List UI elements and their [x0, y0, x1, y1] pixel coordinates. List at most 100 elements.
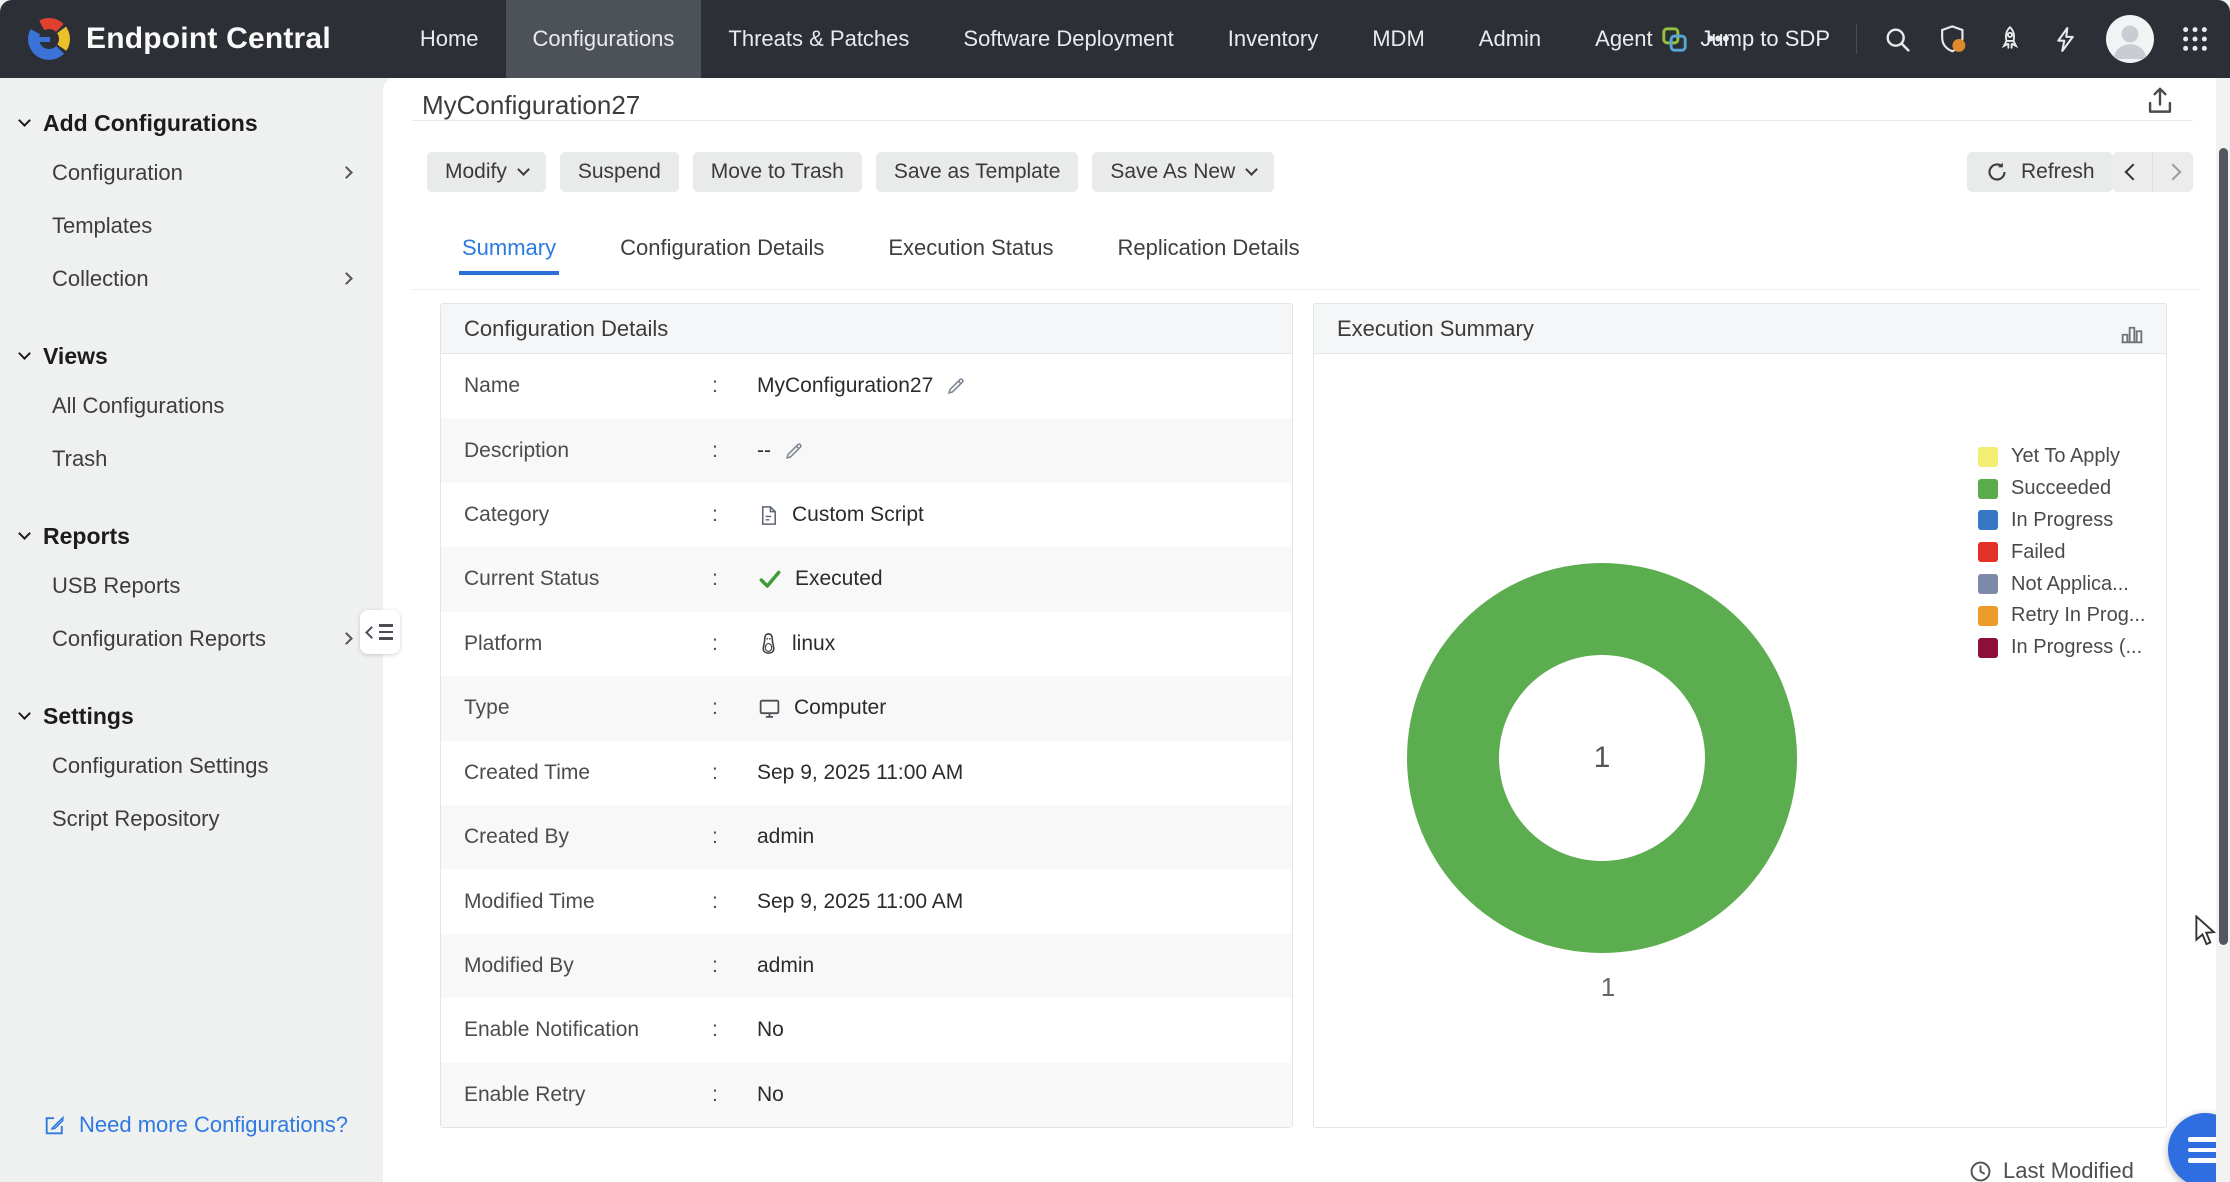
configuration-details-panel: Configuration Details Name : MyConfigura… — [440, 303, 1293, 1128]
chevron-right-icon — [340, 166, 353, 179]
nav-item-home[interactable]: Home — [393, 0, 506, 78]
page-title: MyConfiguration27 — [422, 90, 640, 121]
endpoint-central-window: Endpoint Central Home Configurations Thr… — [0, 0, 2230, 1182]
detail-row-modified-by: Modified By : admin — [441, 934, 1292, 998]
detail-row-enable-retry: Enable Retry : No — [441, 1063, 1292, 1127]
chevron-down-icon — [517, 163, 530, 176]
legend-swatch — [1978, 479, 1998, 499]
whats-new-rocket-icon[interactable] — [1995, 24, 2025, 54]
need-more-configurations-link[interactable]: Need more Configurations? — [42, 1112, 348, 1138]
sidebar-section-views: Views All Configurations Trash — [0, 333, 383, 485]
save-as-new-button[interactable]: Save As New — [1092, 152, 1274, 192]
chart-legend: Yet To Apply Succeeded In Progress Faile… — [1978, 441, 2146, 664]
donut-center-total: 1 — [1594, 741, 1611, 775]
detail-row-platform: Platform : linux — [441, 612, 1292, 676]
computer-monitor-icon — [757, 696, 782, 721]
chevron-right-icon — [340, 272, 353, 285]
detail-row-description: Description : -- — [441, 418, 1292, 482]
top-navbar: Endpoint Central Home Configurations Thr… — [0, 0, 2230, 78]
detail-row-created-by: Created By : admin — [441, 805, 1292, 869]
sidebar-collapse-button[interactable] — [360, 610, 400, 654]
main-nav-menu: Home Configurations Threats & Patches So… — [393, 0, 1757, 78]
sidebar-item-collection[interactable]: Collection — [0, 252, 383, 305]
sidebar-item-usb-reports[interactable]: USB Reports — [0, 559, 383, 612]
export-icon[interactable] — [2143, 84, 2177, 123]
detail-row-modified-time: Modified Time : Sep 9, 2025 11:00 AM — [441, 869, 1292, 933]
legend-item-failed: Failed — [1978, 536, 2146, 568]
brand[interactable]: Endpoint Central — [0, 18, 331, 60]
user-avatar[interactable] — [2106, 15, 2154, 63]
last-modified-sort[interactable]: Last Modified — [1968, 1158, 2134, 1182]
nav-item-inventory[interactable]: Inventory — [1201, 0, 1346, 78]
sdp-icon — [1661, 26, 1688, 53]
save-as-template-button[interactable]: Save as Template — [876, 152, 1079, 192]
legend-item-in-progress: In Progress — [1978, 505, 2146, 537]
legend-swatch — [1978, 574, 1998, 594]
chevron-down-icon — [18, 347, 31, 360]
sidebar-section-header-settings[interactable]: Settings — [0, 693, 383, 739]
sidebar-item-trash[interactable]: Trash — [0, 432, 383, 485]
left-sidebar: Add Configurations Configuration Templat… — [0, 78, 383, 1182]
tab-summary[interactable]: Summary — [459, 225, 559, 275]
detail-row-category: Category : Custom Script — [441, 483, 1292, 547]
tab-execution-status[interactable]: Execution Status — [885, 225, 1056, 275]
tab-replication-details[interactable]: Replication Details — [1114, 225, 1302, 275]
modify-button[interactable]: Modify — [427, 152, 546, 192]
sidebar-item-configuration[interactable]: Configuration — [0, 146, 383, 199]
sidebar-section-header-add-configurations[interactable]: Add Configurations — [0, 100, 383, 146]
sidebar-item-configuration-reports[interactable]: Configuration Reports — [0, 612, 383, 665]
next-record-button[interactable] — [2153, 152, 2193, 192]
edit-name-icon[interactable] — [945, 375, 967, 397]
execution-summary-panel: Execution Summary 1 1 Yet T — [1313, 303, 2167, 1128]
nav-item-configurations[interactable]: Configurations — [506, 0, 702, 78]
donut-slice-value-label: 1 — [1582, 972, 1634, 1003]
sidebar-item-script-repository[interactable]: Script Repository — [0, 792, 383, 845]
legend-swatch — [1978, 606, 1998, 626]
edit-description-icon[interactable] — [783, 440, 805, 462]
action-toolbar: Modify Suspend Move to Trash Save as Tem… — [427, 152, 1274, 192]
donut-chart-succeeded-slice[interactable]: 1 — [1407, 563, 1797, 953]
detail-tabs: Summary Configuration Details Execution … — [459, 225, 1303, 275]
nav-item-mdm[interactable]: MDM — [1345, 0, 1452, 78]
search-icon[interactable] — [1883, 25, 1912, 54]
person-icon — [2106, 15, 2154, 63]
sidebar-section-header-views[interactable]: Views — [0, 333, 383, 379]
apps-grid-icon[interactable] — [2180, 24, 2210, 54]
nav-item-software-deployment[interactable]: Software Deployment — [936, 0, 1200, 78]
app-title: Endpoint Central — [86, 22, 331, 56]
sidebar-section-add-configurations: Add Configurations Configuration Templat… — [0, 100, 383, 305]
refresh-button[interactable]: Refresh — [1967, 152, 2113, 192]
detail-row-current-status: Current Status : Executed — [441, 547, 1292, 611]
move-to-trash-button[interactable]: Move to Trash — [693, 152, 862, 192]
jump-to-sdp-button[interactable]: Jump to SDP — [1661, 26, 1830, 53]
legend-swatch — [1978, 638, 1998, 658]
quick-actions-bolt-icon[interactable] — [2051, 25, 2080, 54]
chevron-down-icon — [18, 707, 31, 720]
success-check-icon — [757, 566, 783, 592]
page-scrollbar-thumb[interactable] — [2219, 148, 2228, 945]
chevron-down-icon — [18, 527, 31, 540]
detail-row-enable-notification: Enable Notification : No — [441, 998, 1292, 1062]
legend-item-succeeded: Succeeded — [1978, 473, 2146, 505]
nav-item-threats-patches[interactable]: Threats & Patches — [701, 0, 936, 78]
sidebar-section-header-reports[interactable]: Reports — [0, 513, 383, 559]
refresh-icon — [1985, 160, 2009, 184]
tab-configuration-details[interactable]: Configuration Details — [617, 225, 827, 275]
previous-record-button[interactable] — [2113, 152, 2153, 192]
endpoint-central-logo-icon — [28, 18, 70, 60]
sidebar-item-configuration-settings[interactable]: Configuration Settings — [0, 739, 383, 792]
nav-divider — [1856, 24, 1857, 54]
clock-icon — [1968, 1159, 1993, 1182]
sidebar-item-all-configurations[interactable]: All Configurations — [0, 379, 383, 432]
sidebar-item-templates[interactable]: Templates — [0, 199, 383, 252]
sidebar-section-settings: Settings Configuration Settings Script R… — [0, 693, 383, 845]
nav-item-admin[interactable]: Admin — [1452, 0, 1568, 78]
suspend-button[interactable]: Suspend — [560, 152, 679, 192]
legend-swatch — [1978, 510, 1998, 530]
script-document-icon — [757, 504, 780, 527]
main-content: MyConfiguration27 Modify Suspend Move to… — [383, 78, 2230, 1182]
security-shield-icon[interactable] — [1938, 24, 1969, 55]
menu-lines-icon — [379, 624, 393, 640]
legend-item-in-progress-remarks: In Progress (... — [1978, 632, 2146, 664]
chevron-down-icon — [18, 114, 31, 127]
